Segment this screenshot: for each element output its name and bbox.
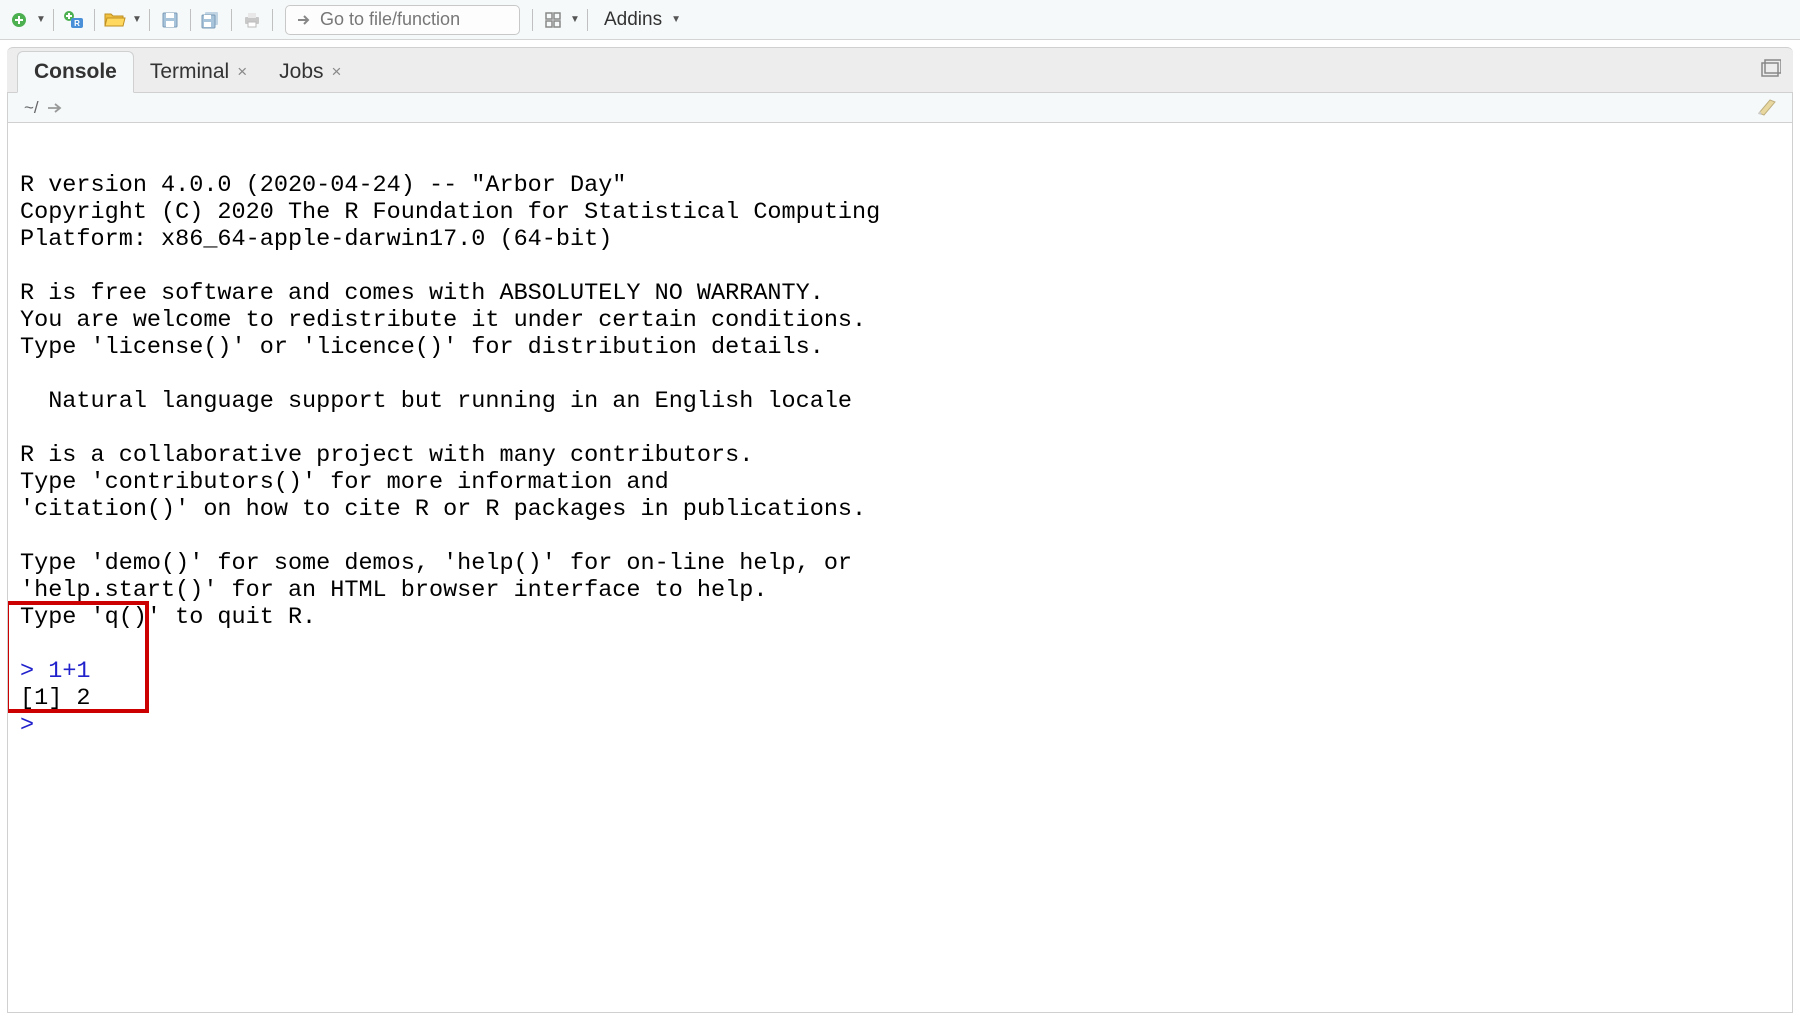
separator <box>149 9 150 31</box>
separator <box>532 9 533 31</box>
addins-button[interactable]: Addins ▼ <box>594 5 692 35</box>
r-startup-banner: R version 4.0.0 (2020-04-24) -- "Arbor D… <box>20 172 880 631</box>
print-button[interactable] <box>238 6 266 34</box>
goto-arrow-icon <box>296 12 312 28</box>
maximize-pane-button[interactable] <box>1759 58 1781 80</box>
console-path-bar: ~/ <box>7 93 1793 123</box>
goto-file-function-input[interactable]: Go to file/function <box>285 5 520 35</box>
pane-tab-bar: Console Terminal × Jobs × <box>7 47 1793 93</box>
set-directory-arrow-icon[interactable] <box>47 101 63 115</box>
open-file-button[interactable] <box>101 6 129 34</box>
console-output-line: [1] 2 <box>20 685 91 712</box>
tab-console[interactable]: Console <box>17 51 134 93</box>
tab-jobs-label: Jobs <box>279 60 323 84</box>
clear-console-button[interactable] <box>1756 97 1778 117</box>
grid-view-button[interactable] <box>539 6 567 34</box>
addins-label: Addins <box>604 9 662 31</box>
separator <box>190 9 191 31</box>
tab-jobs[interactable]: Jobs × <box>263 52 357 92</box>
tab-terminal[interactable]: Terminal × <box>134 52 263 92</box>
console-prompt: > <box>20 658 48 685</box>
tab-console-label: Console <box>34 60 117 84</box>
addins-caret-icon: ▼ <box>670 14 682 25</box>
separator <box>53 9 54 31</box>
grid-view-dropdown[interactable]: ▼ <box>569 14 581 25</box>
save-all-button[interactable] <box>197 6 225 34</box>
separator <box>231 9 232 31</box>
new-rproject-button[interactable]: R <box>60 6 88 34</box>
svg-text:R: R <box>74 19 80 28</box>
main-toolbar: ▼ R ▼ <box>0 0 1800 40</box>
console-input-line: 1+1 <box>48 658 90 685</box>
new-file-button[interactable] <box>5 6 33 34</box>
tab-terminal-label: Terminal <box>150 60 229 84</box>
close-icon[interactable]: × <box>332 62 342 82</box>
console-output[interactable]: R version 4.0.0 (2020-04-24) -- "Arbor D… <box>7 123 1793 1013</box>
separator <box>94 9 95 31</box>
close-icon[interactable]: × <box>237 62 247 82</box>
working-directory-path: ~/ <box>24 98 39 118</box>
separator <box>587 9 588 31</box>
goto-placeholder-text: Go to file/function <box>320 9 460 30</box>
new-file-dropdown[interactable]: ▼ <box>35 14 47 25</box>
save-button[interactable] <box>156 6 184 34</box>
open-file-dropdown[interactable]: ▼ <box>131 14 143 25</box>
separator <box>272 9 273 31</box>
console-prompt: > <box>20 712 48 739</box>
